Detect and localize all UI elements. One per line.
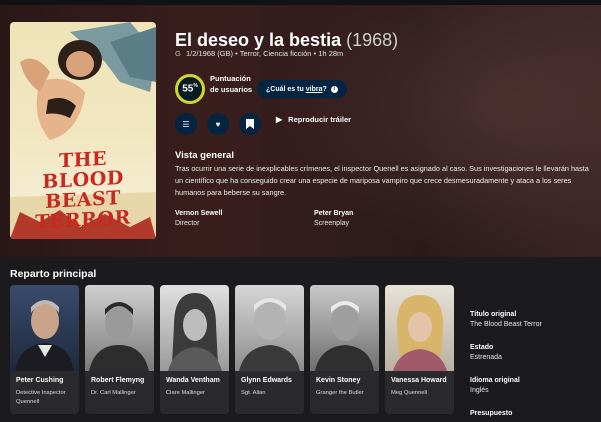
cast-character: Dr. Carl Mallinger xyxy=(91,390,136,396)
cast-name[interactable]: Wanda Ventham xyxy=(166,377,220,384)
movie-title: El deseo y la bestia (1968) xyxy=(175,30,398,51)
portrait-silhouette xyxy=(168,293,222,371)
facts-separator: • xyxy=(235,49,238,58)
fact-value: Estrenada xyxy=(470,354,502,361)
release-date: 1/2/1968 (GB) xyxy=(185,49,234,58)
play-icon: ▶ xyxy=(276,115,283,124)
cast-name[interactable]: Kevin Stoney xyxy=(316,377,360,384)
cast-photo[interactable] xyxy=(385,285,454,371)
cast-name[interactable]: Glynn Edwards xyxy=(241,377,292,384)
movie-poster[interactable]: THE BLOOD BEAST TERROR xyxy=(10,22,156,239)
movie-year: (1968) xyxy=(346,30,399,50)
genres[interactable]: Terror, Ciencia ficción xyxy=(240,49,312,58)
cast-card[interactable]: Vanessa Howard Meg Quennell xyxy=(385,285,454,414)
portrait-silhouette xyxy=(89,302,149,371)
fact-original-language: Idioma original Inglés xyxy=(470,377,600,394)
watchlist-button[interactable] xyxy=(239,113,261,135)
fact-value: The Blood Beast Terror xyxy=(470,321,542,328)
cast-photo[interactable] xyxy=(85,285,154,371)
cast-heading: Reparto principal xyxy=(10,268,97,280)
bookmark-icon xyxy=(246,119,254,129)
portrait-silhouette xyxy=(239,298,300,371)
cast-character: Granger the Butler xyxy=(316,390,364,396)
vibe-prefix: ¿Cuál es tu xyxy=(266,85,304,93)
crew-role: Screenplay xyxy=(314,220,350,227)
score-unit: % xyxy=(193,83,198,90)
cast-card[interactable]: Kevin Stoney Granger the Butler xyxy=(310,285,379,414)
cast-character: Detective Inspector Quennell xyxy=(16,390,66,405)
fact-label: Idioma original xyxy=(470,377,520,384)
cast-photo[interactable] xyxy=(235,285,304,371)
overview-text: Tras ocurrir una serie de inexplicables … xyxy=(175,164,589,197)
heart-icon: ♥ xyxy=(215,119,221,129)
crew-member[interactable]: Vernon Sewell Director xyxy=(175,210,222,227)
user-score-value: 55% xyxy=(182,83,198,94)
cast-character: Meg Quennell xyxy=(391,390,428,396)
add-to-list-button[interactable]: ☰ xyxy=(175,113,197,135)
cast-card[interactable]: Glynn Edwards Sgt. Allan xyxy=(235,285,304,414)
certification-badge: G xyxy=(175,49,181,58)
portrait-silhouette xyxy=(15,300,74,371)
movie-facts: G 1/2/1968 (GB) • Terror, Ciencia ficció… xyxy=(175,49,343,58)
overview-heading: Vista general xyxy=(175,150,234,161)
fact-label: Estado xyxy=(470,344,494,351)
cast-character: Clare Mallinger xyxy=(166,390,205,396)
info-icon[interactable]: i xyxy=(330,85,338,93)
crew-name[interactable]: Vernon Sewell xyxy=(175,210,222,217)
top-nav-edge xyxy=(0,0,601,5)
user-score-label: Puntuación de usuarios xyxy=(210,74,253,94)
crew-role: Director xyxy=(175,220,200,227)
list-icon: ☰ xyxy=(182,119,190,129)
vibe-suffix: ? xyxy=(322,85,327,93)
cast-photo[interactable] xyxy=(10,285,79,371)
facts-separator: • xyxy=(313,49,317,58)
cast-name[interactable]: Vanessa Howard xyxy=(391,377,447,384)
runtime: 1h 28m xyxy=(318,49,344,58)
play-trailer-button[interactable]: ▶ Reproducir tráiler xyxy=(276,115,351,124)
hero-header: THE BLOOD BEAST TERROR El deseo y la bes… xyxy=(0,0,601,257)
vibe-link[interactable]: vibra xyxy=(306,86,323,93)
trailer-label: Reproducir tráiler xyxy=(288,115,352,124)
cast-card[interactable]: Robert Flemyng Dr. Carl Mallinger xyxy=(85,285,154,414)
cast-photo[interactable] xyxy=(310,285,379,371)
portrait-silhouette xyxy=(315,301,374,371)
score-number: 55 xyxy=(182,83,194,95)
crew-member[interactable]: Peter Bryan Screenplay xyxy=(314,210,353,227)
cast-name[interactable]: Robert Flemyng xyxy=(91,377,144,384)
fact-original-title: Título original The Blood Beast Terror xyxy=(470,311,600,328)
cast-card[interactable]: Peter Cushing Detective Inspector Quenne… xyxy=(10,285,79,414)
cast-photo[interactable] xyxy=(160,285,229,371)
cast-scroll-fade xyxy=(455,285,461,414)
user-score-ring[interactable]: 55% xyxy=(175,74,205,104)
portrait-silhouette xyxy=(393,295,447,371)
cast-character: Sgt. Allan xyxy=(241,390,266,396)
fact-label: Presupuesto xyxy=(470,410,513,417)
cast-card[interactable]: Wanda Ventham Clare Mallinger xyxy=(160,285,229,414)
cast-name[interactable]: Peter Cushing xyxy=(16,377,63,384)
fact-status: Estado Estrenada xyxy=(470,344,600,361)
fact-budget: Presupuesto xyxy=(470,410,600,417)
crew-name[interactable]: Peter Bryan xyxy=(314,210,353,217)
poster-title: THE BLOOD BEAST TERROR xyxy=(16,146,150,234)
favorite-button[interactable]: ♥ xyxy=(207,113,229,135)
fact-value: Inglés xyxy=(470,387,489,394)
vibe-button[interactable]: ¿Cuál es tu vibra ? i xyxy=(257,80,347,98)
fact-label: Título original xyxy=(470,311,517,318)
movie-title-text[interactable]: El deseo y la bestia xyxy=(175,30,341,50)
